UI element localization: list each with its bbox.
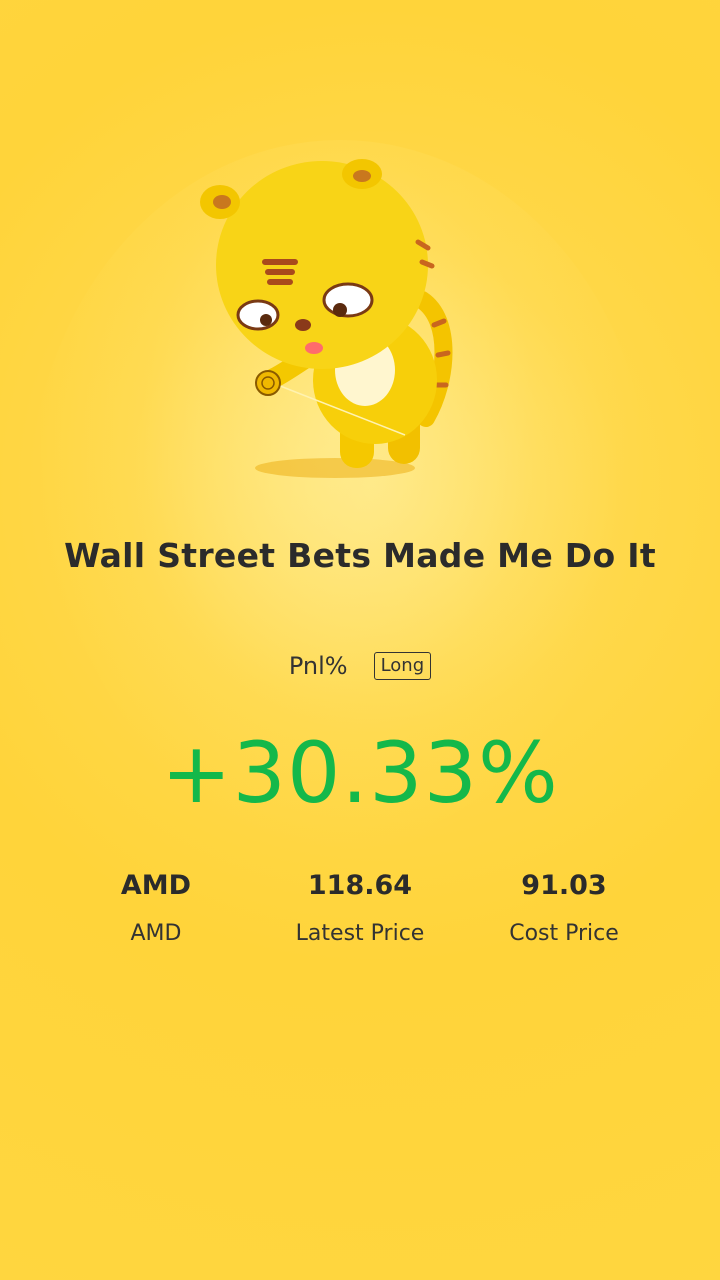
pnl-header: Pnl% Long: [0, 652, 720, 680]
stat-label: Cost Price: [509, 921, 619, 946]
stat-value: 91.03: [521, 870, 607, 901]
position-direction-badge: Long: [373, 652, 432, 680]
stat-value: AMD: [120, 870, 192, 901]
stat-label: AMD: [130, 921, 182, 946]
stat-cost-price: 91.03 Cost Price: [464, 870, 664, 946]
page-title: Wall Street Bets Made Me Do It: [64, 536, 656, 575]
stat-value: 118.64: [307, 870, 413, 901]
pnl-percent-value: +30.33%: [161, 724, 559, 822]
stat-symbol: AMD AMD: [56, 870, 256, 946]
stat-label: Latest Price: [295, 921, 425, 946]
pnl-label: Pnl%: [288, 652, 348, 680]
stat-latest-price: 118.64 Latest Price: [260, 870, 460, 946]
position-stats: AMD AMD 118.64 Latest Price 91.03 Cost P…: [56, 870, 664, 946]
tiger-mascot-illustration: [190, 150, 480, 490]
